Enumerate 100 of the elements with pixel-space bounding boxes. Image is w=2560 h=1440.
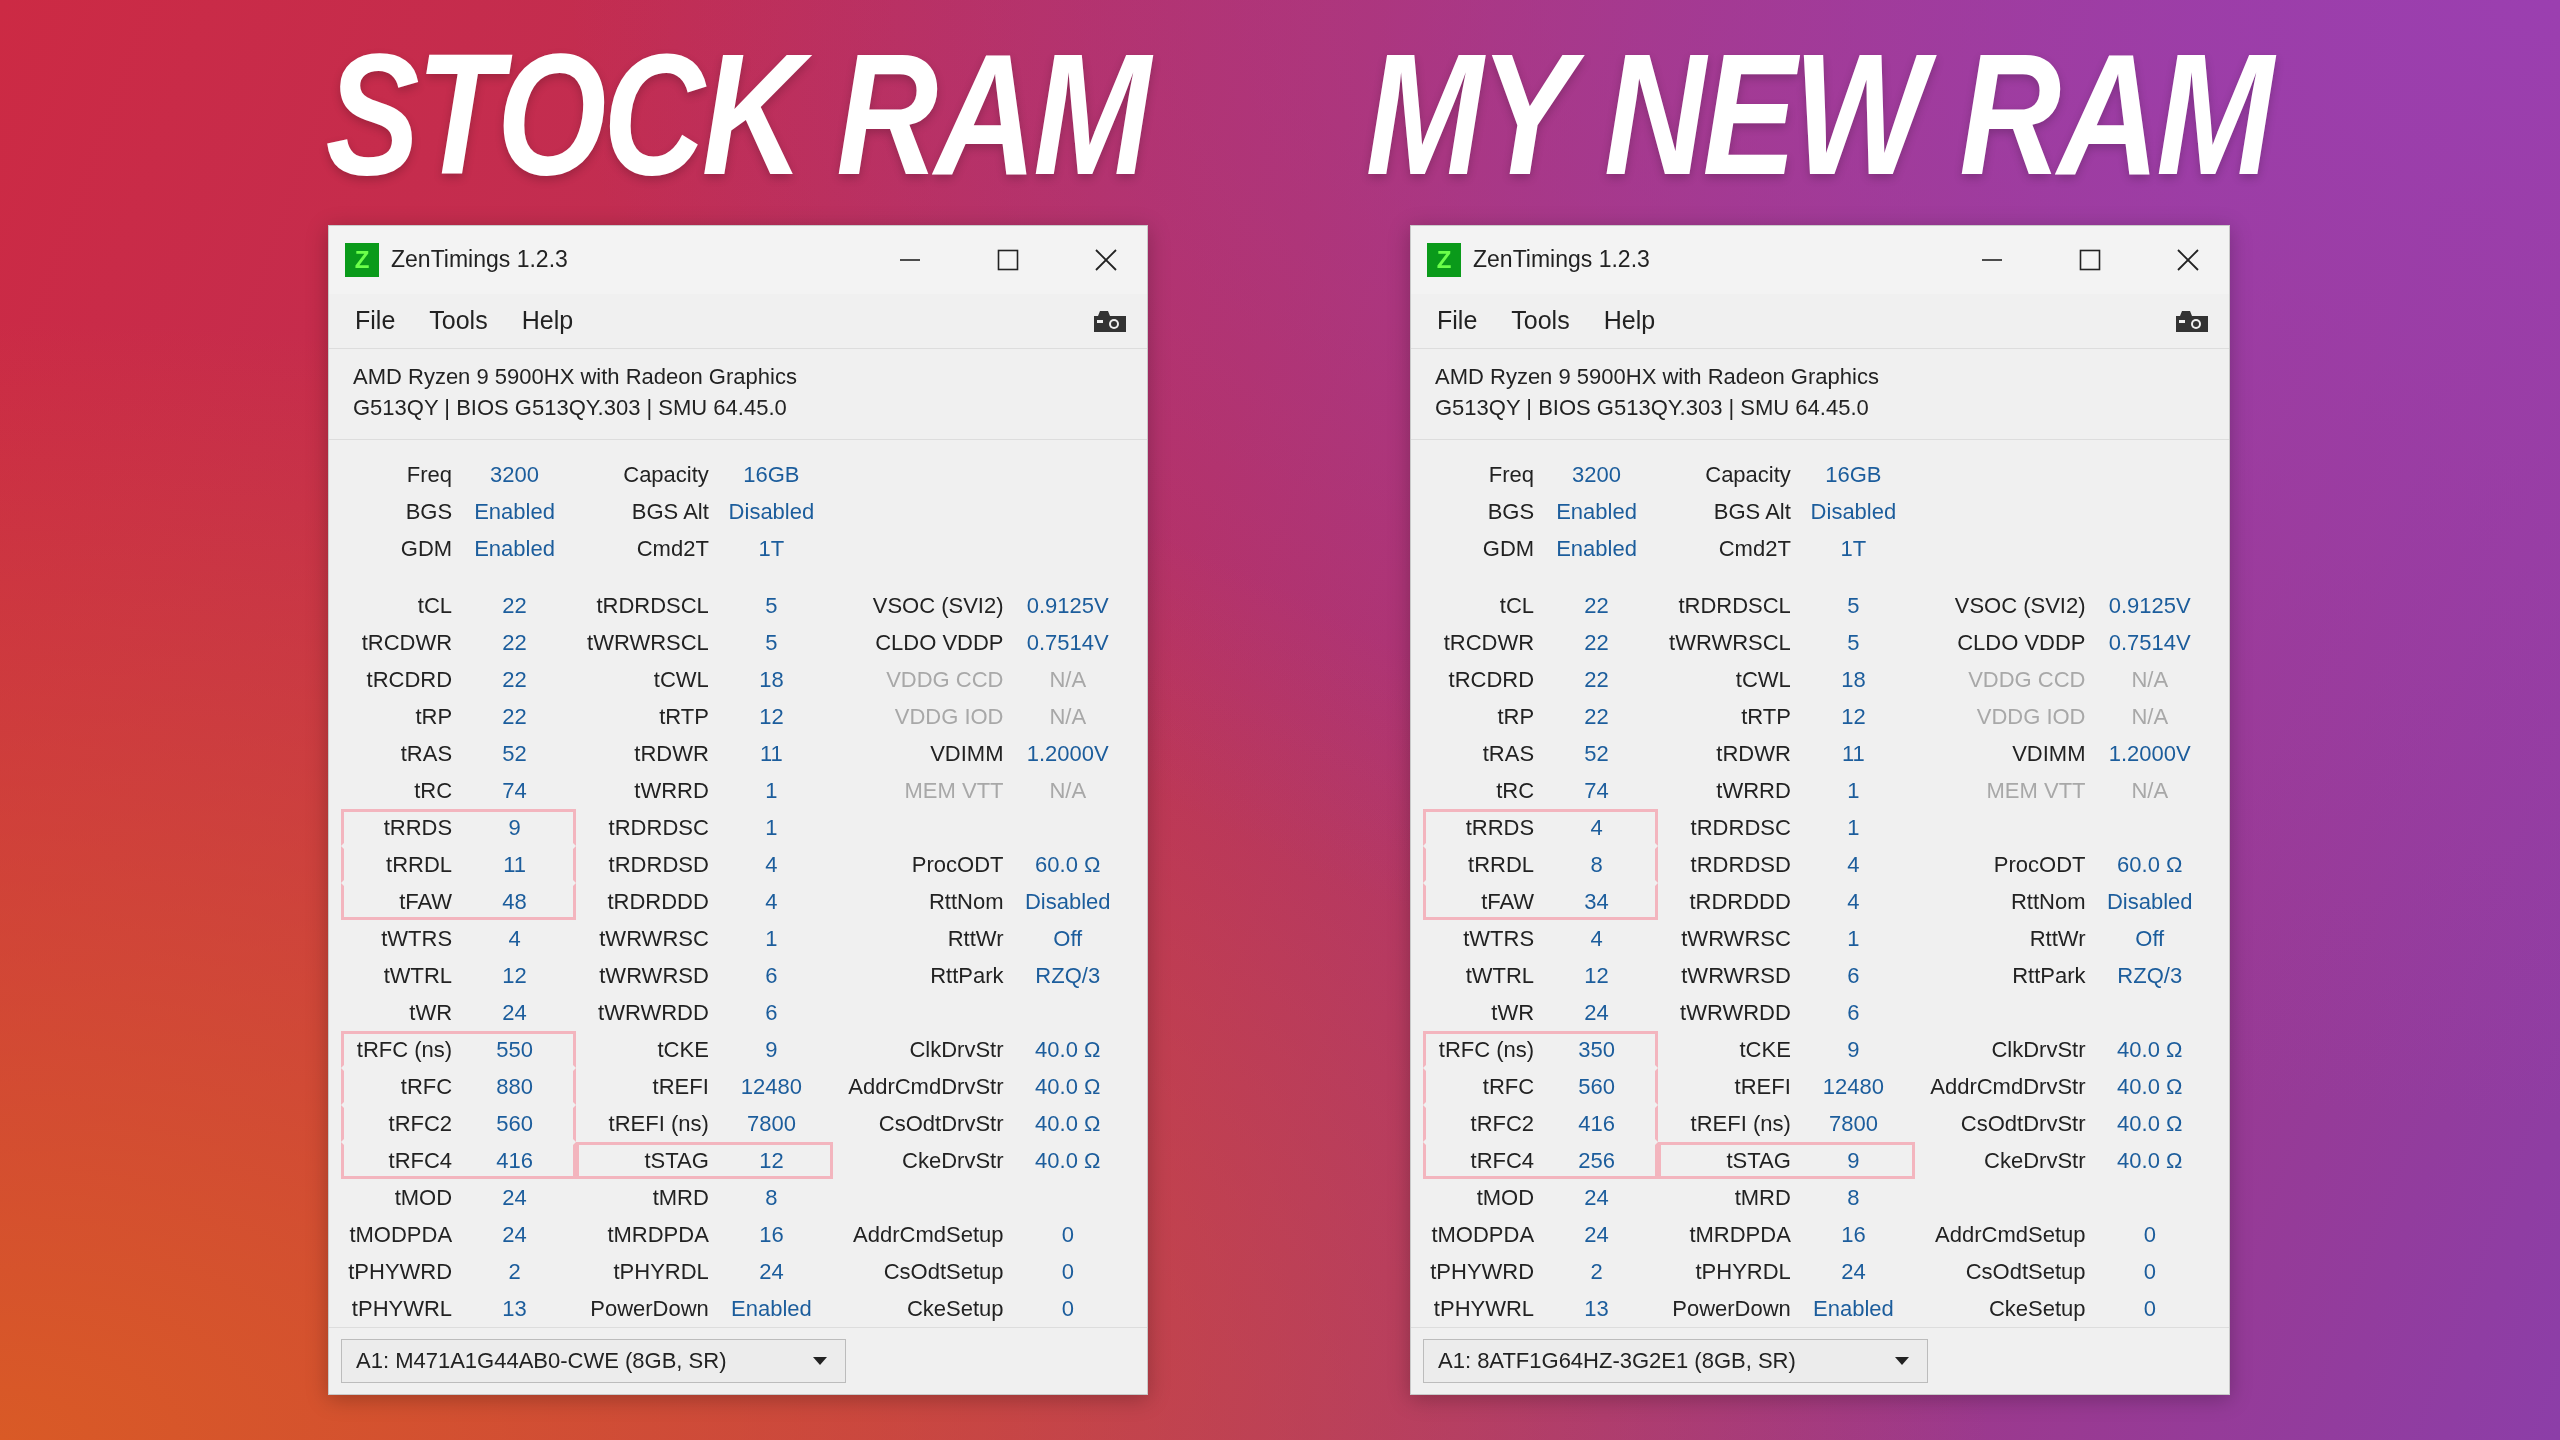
timing-value: 11 <box>502 851 527 878</box>
timing-value: 7800 <box>745 1110 797 1137</box>
camera-icon[interactable] <box>2175 308 2209 333</box>
timing-label: AddrCmdDrvStr <box>847 1073 1005 1100</box>
close-icon[interactable] <box>1095 248 1117 271</box>
timing-label: tRC <box>413 777 454 804</box>
timing-label: tRRDS <box>382 814 454 841</box>
timing-label: tMRDPDA <box>1688 1221 1792 1248</box>
menu-item[interactable]: Tools <box>429 306 488 336</box>
timing-label: tPHYWRL <box>1432 1295 1536 1322</box>
timing-label: VDIMM <box>929 740 1005 767</box>
cpu-name: AMD Ryzen 9 5900HX with Radeon Graphics <box>353 363 798 392</box>
timing-label: tRRDS <box>1464 814 1536 841</box>
timing-label: AddrCmdDrvStr <box>1929 1073 2087 1100</box>
timing-label: VSOC (SVI2) <box>1953 592 2087 619</box>
module-dropdown[interactable]: A1: M471A1G44AB0-CWE (8GB, SR) <box>341 1339 846 1384</box>
timing-value: 60.0 Ω <box>2116 851 2184 878</box>
timing-label: RttNom <box>2009 888 2087 915</box>
timing-value: 13 <box>1583 1295 1610 1322</box>
timing-value: 1.2000V <box>2107 740 2192 767</box>
timing-label: CkeSetup <box>905 1295 1005 1322</box>
timing-label: tRFC (ns) <box>355 1036 454 1063</box>
timing-label: CkeSetup <box>1987 1295 2087 1322</box>
timing-value: 1.2000V <box>1025 740 1110 767</box>
timing-label: tSTAG <box>643 1147 710 1174</box>
timing-value: 1T <box>1839 535 1868 562</box>
timing-label: RttPark <box>929 962 1005 989</box>
menu-item[interactable]: File <box>355 306 396 336</box>
menu-item[interactable]: File <box>1437 306 1478 336</box>
timing-value: 0 <box>1060 1295 1075 1322</box>
timing-value: 22 <box>1583 703 1610 730</box>
camera-icon[interactable] <box>1093 308 1127 333</box>
timing-label: ClkDrvStr <box>908 1036 1005 1063</box>
timing-value: 24 <box>1840 1258 1867 1285</box>
timing-label: tMRD <box>651 1184 710 1211</box>
timing-value: 24 <box>501 1184 528 1211</box>
timing-label: tWR <box>408 999 454 1026</box>
timing-label: tCKE <box>1738 1036 1792 1063</box>
timing-label: VDDG IOD <box>1975 703 2087 730</box>
timing-label: tRP <box>1496 703 1536 730</box>
timing-value: Enabled <box>1555 498 1638 525</box>
timing-label: tWRWRSCL <box>586 629 710 656</box>
timing-label: tWTRS <box>380 925 454 952</box>
module-dropdown[interactable]: A1: 8ATF1G64HZ-3G2E1 (8GB, SR) <box>1423 1339 1928 1384</box>
timing-label: tWRWRSD <box>1680 962 1792 989</box>
timing-label: tPHYWRD <box>1429 1258 1536 1285</box>
timing-label: tRTP <box>658 703 710 730</box>
timing-value: 24 <box>1583 1184 1610 1211</box>
timing-value: 74 <box>1583 777 1610 804</box>
timing-label: CsOdtDrvStr <box>877 1110 1005 1137</box>
menu-item[interactable]: Help <box>1603 306 1656 336</box>
timing-label: tMODPDA <box>348 1221 454 1248</box>
timing-value: 11 <box>1841 740 1866 767</box>
timing-value: 22 <box>501 592 528 619</box>
timing-label: Cmd2T <box>1717 535 1792 562</box>
timing-label: Freq <box>1487 461 1536 488</box>
timing-value: 5 <box>764 629 779 656</box>
timing-label: PowerDown <box>589 1295 710 1322</box>
window-title: ZenTimings 1.2.3 <box>1473 246 1650 274</box>
timing-label: ProcODT <box>910 851 1005 878</box>
timing-value: N/A <box>1048 666 1088 693</box>
timing-value: 18 <box>1840 666 1867 693</box>
timing-value: RZQ/3 <box>1034 962 1102 989</box>
close-icon[interactable] <box>2177 248 2199 271</box>
timing-label: PowerDown <box>1671 1295 1792 1322</box>
timing-value: 0 <box>2142 1295 2157 1322</box>
timing-label: tMRDPDA <box>606 1221 710 1248</box>
timing-value: 4 <box>1846 851 1861 878</box>
timing-value: 256 <box>1577 1147 1616 1174</box>
timing-label: MEM VTT <box>1985 777 2087 804</box>
timing-label: CLDO VDDP <box>874 629 1005 656</box>
timing-value: 8 <box>1589 851 1604 878</box>
timing-value: 8 <box>1846 1184 1861 1211</box>
timing-label: CsOdtDrvStr <box>1959 1110 2087 1137</box>
timing-label: tRDRDDD <box>606 888 710 915</box>
timing-label: tMOD <box>393 1184 454 1211</box>
timing-label: BGS Alt <box>630 498 710 525</box>
timing-label: tREFI (ns) <box>607 1110 710 1137</box>
timing-value: 0 <box>2142 1221 2157 1248</box>
timing-value: 5 <box>764 592 779 619</box>
headline: STOCK RAM <box>300 7 1176 218</box>
timing-value: Disabled <box>1023 888 1112 915</box>
timing-label: tRDRDSC <box>607 814 710 841</box>
timing-value: 4 <box>764 851 779 878</box>
bios-info: G513QY | BIOS G513QY.303 | SMU 64.45.0 <box>353 394 788 423</box>
timing-value: Disabled <box>2105 888 2194 915</box>
timing-label: tWRWRDD <box>1679 999 1792 1026</box>
timing-value: 22 <box>1583 592 1610 619</box>
timing-value: 12 <box>501 962 528 989</box>
menu-item[interactable]: Tools <box>1511 306 1570 336</box>
menu-item[interactable]: Help <box>521 306 574 336</box>
timing-value: 24 <box>758 1258 785 1285</box>
timing-label: tRDRDSC <box>1689 814 1792 841</box>
app-logo-icon: Z <box>1427 242 1461 277</box>
maximize-icon[interactable] <box>997 248 1019 271</box>
timing-label: tRDRDSD <box>607 851 710 878</box>
timing-value: Off <box>1052 925 1084 952</box>
timing-label: tRCDWR <box>360 629 454 656</box>
maximize-icon[interactable] <box>2079 248 2101 271</box>
timing-label: VDDG CCD <box>1967 666 2087 693</box>
